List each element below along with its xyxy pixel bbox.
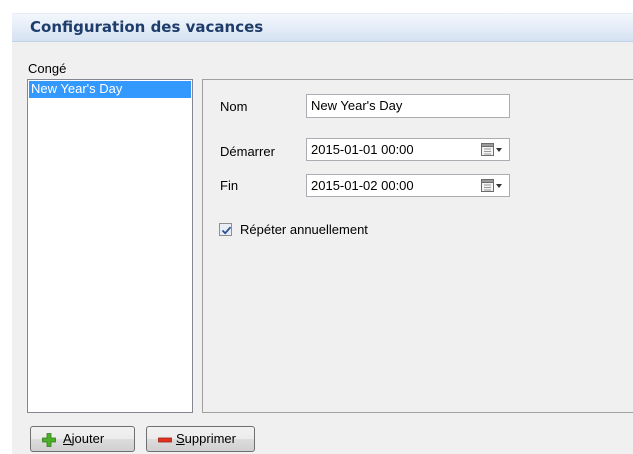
start-label: Démarrer (220, 144, 275, 159)
end-label: Fin (220, 178, 239, 193)
page-header: Configuration des vacances (12, 13, 633, 42)
end-datetime-picker[interactable]: 2015-01-02 00:00 (306, 174, 510, 197)
name-field[interactable]: New Year's Day (306, 94, 510, 118)
plus-icon (42, 433, 56, 447)
add-button[interactable]: Ajouter (30, 426, 135, 452)
checkmark-icon (221, 226, 232, 235)
minus-icon (158, 437, 172, 443)
remove-button-label: Supprimer (176, 431, 236, 446)
start-datetime-value: 2015-01-01 00:00 (311, 142, 414, 157)
holiday-list-label: Congé (28, 61, 67, 76)
holiday-details-panel: Nom New Year's Day Démarrer 2015-01-01 0… (202, 79, 633, 413)
holiday-list[interactable]: New Year's Day (27, 79, 193, 413)
repeat-annually-checkbox[interactable] (219, 223, 232, 236)
calendar-icon[interactable] (481, 179, 503, 193)
calendar-icon[interactable] (481, 143, 503, 157)
list-item[interactable]: New Year's Day (29, 81, 191, 98)
name-label: Nom (220, 99, 248, 114)
add-button-label: Ajouter (63, 431, 105, 446)
page-title: Configuration des vacances (30, 18, 264, 36)
end-datetime-value: 2015-01-02 00:00 (311, 178, 414, 193)
start-datetime-picker[interactable]: 2015-01-01 00:00 (306, 138, 510, 161)
repeat-annually-label[interactable]: Répéter annuellement (240, 222, 368, 237)
remove-button[interactable]: Supprimer (146, 426, 255, 452)
